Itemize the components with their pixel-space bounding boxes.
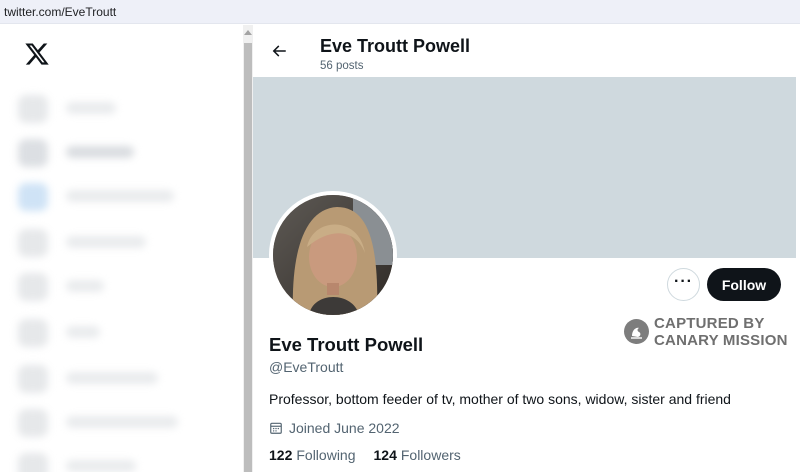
joined-text: Joined June 2022 — [289, 420, 400, 436]
sidebar-item-notifications[interactable] — [18, 181, 188, 211]
avatar[interactable] — [269, 191, 397, 319]
scroll-thumb[interactable] — [244, 43, 252, 472]
arrow-left-icon — [272, 45, 286, 57]
premium-icon — [18, 453, 48, 472]
sidebar-item-premium[interactable] — [18, 451, 188, 472]
scroll-up-arrow-icon[interactable] — [244, 30, 252, 35]
watermark-text: CAPTURED BY CANARY MISSION — [654, 315, 788, 349]
canary-mission-watermark: CAPTURED BY CANARY MISSION — [623, 315, 800, 351]
profile-handle: @EveTroutt — [269, 359, 344, 375]
messages-icon — [18, 229, 48, 257]
more-options-button[interactable]: ··· — [667, 268, 700, 301]
profile-bio: Professor, bottom feeder of tv, mother o… — [269, 391, 731, 407]
sidebar-item-label — [66, 236, 146, 248]
calendar-icon — [270, 422, 282, 434]
sidebar-item-lists[interactable] — [18, 317, 188, 347]
sidebar-item-label — [66, 460, 136, 472]
home-icon — [18, 95, 48, 123]
followers-link[interactable]: 124 Followers — [374, 447, 461, 463]
notifications-icon — [18, 183, 48, 211]
sidebar-item-communities[interactable] — [18, 407, 188, 437]
following-link[interactable]: 122 Following — [269, 447, 356, 463]
canary-badge-icon — [624, 319, 649, 344]
sidebar-item-label — [66, 146, 134, 158]
sidebar-item-label — [66, 326, 100, 338]
back-button[interactable] — [267, 39, 291, 63]
sidebar-item-grok[interactable] — [18, 271, 188, 301]
following-count: 122 — [269, 447, 293, 463]
sidebar-item-bookmarks[interactable] — [18, 363, 188, 393]
follow-stats: 122 Following 124 Followers — [269, 447, 479, 463]
sidebar-item-label — [66, 190, 174, 202]
bookmarks-icon — [18, 365, 48, 393]
profile-main-column: Eve Troutt Powell 56 posts ··· Follow CA… — [253, 25, 800, 472]
left-sidebar — [0, 25, 243, 472]
sidebar-item-label — [66, 416, 178, 428]
sidebar-item-messages[interactable] — [18, 227, 188, 257]
profile-header-bar: Eve Troutt Powell 56 posts — [253, 25, 800, 77]
grok-icon — [18, 273, 48, 301]
explore-icon — [18, 139, 48, 167]
header-posts-count: 56 posts — [320, 60, 364, 72]
followers-count: 124 — [373, 447, 397, 463]
more-dots-icon: ··· — [674, 273, 693, 290]
url-text[interactable]: twitter.com/EveTroutt — [4, 5, 116, 19]
lists-icon — [18, 319, 48, 347]
sidebar-item-label — [66, 280, 104, 292]
sidebar-item-label — [66, 102, 116, 114]
watermark-line2: CANARY MISSION — [654, 332, 788, 349]
sidebar-item-explore[interactable] — [18, 137, 188, 167]
profile-display-name: Eve Troutt Powell — [269, 334, 424, 355]
scrollbar[interactable] — [243, 25, 253, 472]
header-display-name: Eve Troutt Powell — [320, 36, 471, 56]
follow-button[interactable]: Follow — [707, 268, 781, 301]
sidebar-item-label — [66, 372, 158, 384]
followers-label: Followers — [400, 447, 461, 463]
x-logo-icon[interactable] — [24, 41, 50, 67]
watermark-line1: CAPTURED BY — [654, 315, 765, 332]
sidebar-item-home[interactable] — [18, 93, 188, 123]
joined-date: Joined June 2022 — [269, 419, 400, 437]
following-label: Following — [296, 447, 356, 463]
browser-address-bar[interactable]: twitter.com/EveTroutt — [0, 0, 800, 24]
communities-icon — [18, 409, 48, 437]
